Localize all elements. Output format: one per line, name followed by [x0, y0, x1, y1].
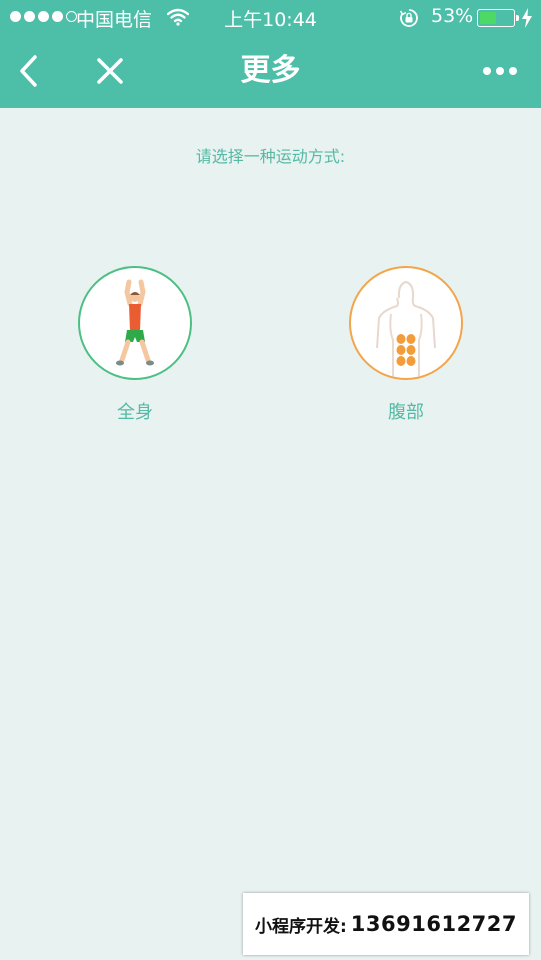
- battery-percent: 53%: [431, 5, 474, 27]
- more-dot: [509, 67, 517, 75]
- rotation-lock-icon: [399, 8, 419, 32]
- option-circle[interactable]: [349, 266, 463, 380]
- abs-muscle-icon: [376, 280, 436, 378]
- status-bar: 中国电信 上午10:44 53%: [0, 0, 541, 36]
- option-abs[interactable]: 腹部: [326, 266, 486, 424]
- nav-bar: 更多: [0, 36, 541, 108]
- battery-icon: [477, 9, 519, 27]
- prompt-text: 请选择一种运动方式:: [195, 147, 346, 166]
- more-dot: [483, 67, 491, 75]
- option-circle[interactable]: [78, 266, 192, 380]
- page-title: 更多: [240, 53, 301, 88]
- option-full-body[interactable]: 全身: [55, 266, 215, 424]
- watermark-label: 小程序开发:: [254, 916, 347, 937]
- more-dot: [496, 67, 504, 75]
- app-screen: 中国电信 上午10:44 53% 更多 请选择一种运动方式: 全身 腹部 小程序…: [0, 0, 541, 960]
- more-dots-icon[interactable]: [476, 54, 524, 88]
- option-label: 腹部: [388, 402, 424, 423]
- battery-tip: [516, 15, 519, 21]
- watermark-phone: 13691612727: [350, 912, 518, 936]
- battery-fill: [480, 12, 496, 24]
- watermark-banner: 小程序开发: 13691612727: [243, 893, 529, 955]
- charging-icon: [521, 8, 533, 32]
- header: 中国电信 上午10:44 53% 更多: [0, 0, 541, 108]
- full-body-exercise-icon: [116, 279, 154, 366]
- option-label: 全身: [117, 402, 153, 423]
